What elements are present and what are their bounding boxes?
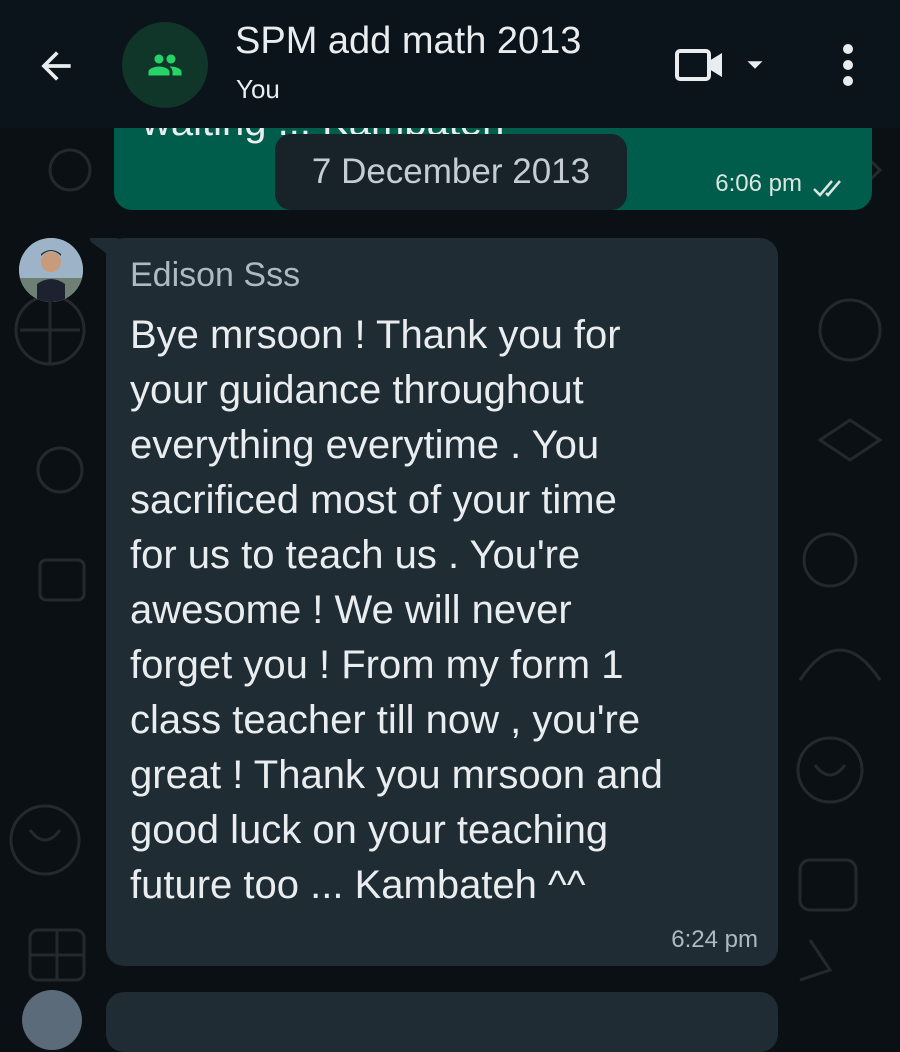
date-separator: 7 December 2013 [275,134,627,210]
sender-name[interactable]: Edison Sss [130,256,300,295]
next-sender-avatar[interactable] [22,990,82,1050]
sender-avatar[interactable] [19,238,83,302]
chat-header: SPM add math 2013 You [0,0,900,128]
more-options-button[interactable] [828,38,868,92]
more-vert-icon [843,44,853,86]
message-text: Bye mrsoon ! Thank you for your guidance… [130,313,663,907]
dropdown-caret-icon [747,61,763,69]
video-call-icon [675,49,722,81]
avatar-photo [19,238,83,302]
back-arrow-icon [41,51,71,81]
read-receipt-icon [813,180,841,197]
back-button[interactable] [32,42,80,90]
chat-subtitle[interactable]: You [236,74,280,105]
group-icon [148,54,182,76]
outgoing-message-time: 6:06 pm [715,170,802,197]
next-message-bubble[interactable] [106,992,778,1052]
message-time: 6:24 pm [671,926,758,953]
chat-title[interactable]: SPM add math 2013 [235,20,581,63]
incoming-message-bubble[interactable]: Edison Sss Bye mrsoon ! Thank you for yo… [106,238,778,966]
video-call-button[interactable] [672,38,772,92]
group-avatar[interactable] [122,22,208,108]
